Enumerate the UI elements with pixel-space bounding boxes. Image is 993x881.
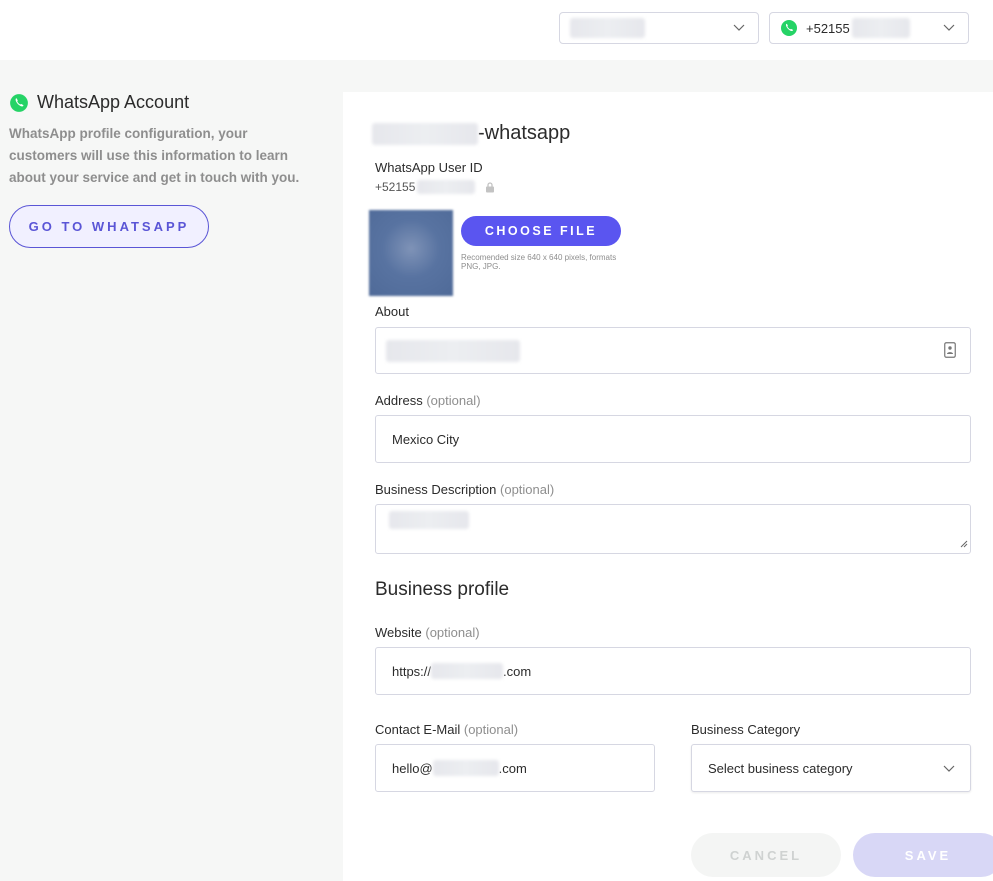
photo-size-hint: Recomended size 640 x 640 pixels, format… (461, 253, 617, 271)
cancel-button[interactable]: CANCEL (691, 833, 841, 877)
account-name-suffix: -whatsapp (478, 122, 571, 144)
business-category-label: Business Category (691, 722, 801, 737)
website-prefix: https:// (392, 663, 432, 679)
number-prefix: +52155 (806, 20, 850, 36)
website-label-text: Website (375, 625, 422, 640)
chevron-down-icon (942, 20, 956, 37)
business-description-textarea[interactable] (375, 504, 971, 554)
contact-email-label-text: Contact E-Mail (375, 722, 461, 737)
optional-tag: (optional) (425, 625, 480, 640)
whatsapp-icon (9, 93, 29, 113)
contact-email-label: Contact E-Mail (optional) (375, 722, 518, 737)
lock-icon (485, 181, 495, 193)
section-description: WhatsApp profile configuration, your cus… (9, 126, 300, 185)
address-label: Address (optional) (375, 393, 481, 408)
redacted-user-id (417, 180, 476, 194)
optional-tag: (optional) (500, 482, 555, 497)
about-field[interactable] (375, 327, 971, 374)
about-label: About (375, 304, 409, 319)
section-title: WhatsApp Account (37, 92, 190, 112)
email-suffix: .com (498, 760, 527, 776)
top-bar: +52155 (0, 0, 993, 60)
profile-photo (369, 210, 453, 296)
website-suffix: .com (503, 663, 532, 679)
business-profile-heading: Business profile (375, 579, 510, 600)
sidebar-intro: WhatsApp Account WhatsApp profile config… (9, 92, 309, 248)
redacted-email-domain (432, 760, 499, 776)
business-description-label: Business Description (optional) (375, 482, 554, 497)
chevron-down-icon (942, 761, 956, 775)
account-name: -whatsapp (372, 122, 571, 145)
user-id-label: WhatsApp User ID (375, 160, 483, 175)
business-description-label-text: Business Description (375, 482, 497, 497)
account-select[interactable] (559, 12, 759, 44)
business-category-placeholder: Select business category (708, 760, 853, 776)
website-input[interactable]: https:// .com (375, 647, 971, 695)
contact-email-input[interactable]: hello@ .com (375, 744, 655, 792)
form-panel: -whatsapp WhatsApp User ID +52155 CHOOSE… (343, 92, 993, 881)
user-id-prefix: +52155 (375, 180, 416, 194)
choose-file-button[interactable]: CHOOSE FILE (461, 216, 621, 246)
user-id-value: +52155 (375, 180, 495, 194)
chevron-down-icon (732, 20, 746, 37)
optional-tag: (optional) (463, 722, 519, 737)
save-button[interactable]: SAVE (853, 833, 993, 877)
business-category-select[interactable]: Select business category (691, 744, 971, 792)
redacted-about-text (386, 339, 520, 362)
whatsapp-number-select[interactable]: +52155 (769, 12, 969, 44)
email-prefix: hello@ (392, 760, 433, 776)
redacted-website-domain (431, 663, 504, 679)
redacted-account-name (570, 18, 645, 38)
address-input[interactable]: Mexico City (375, 415, 971, 463)
address-value: Mexico City (392, 431, 460, 447)
resize-handle-icon[interactable] (960, 536, 968, 551)
contact-card-icon[interactable] (944, 342, 956, 358)
optional-tag: (optional) (426, 393, 481, 408)
redacted-description-text (389, 511, 469, 529)
whatsapp-icon (780, 19, 798, 37)
redacted-number-suffix (851, 18, 910, 38)
address-label-text: Address (375, 393, 423, 408)
go-to-whatsapp-button[interactable]: GO TO WHATSAPP (9, 205, 209, 248)
website-label: Website (optional) (375, 625, 480, 640)
redacted-account-prefix (372, 122, 478, 145)
